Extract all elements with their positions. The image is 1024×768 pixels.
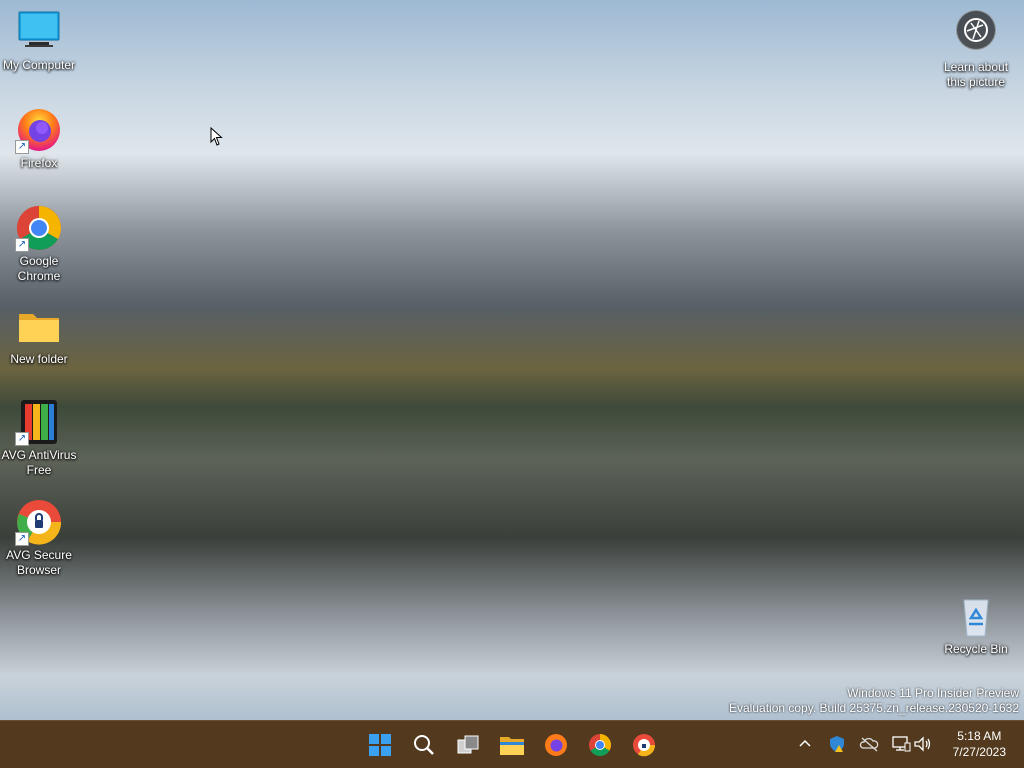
learn-about-this-picture[interactable]: Learn about this picture [934,10,1018,90]
desktop-icon-recycle-bin[interactable]: Recycle Bin [934,594,1018,657]
desktop-icon-google-chrome[interactable]: ↗ Google Chrome [0,204,78,284]
desktop-icon-label: Firefox [20,156,58,170]
avg-secure-browser-taskbar-button[interactable] [624,725,664,765]
chrome-icon: ↗ [15,204,63,252]
clock-time: 5:18 AM [957,729,1002,743]
taskbar: 5:18 AM 7/27/2023 [0,720,1024,768]
shortcut-arrow-icon: ↗ [15,432,29,446]
camera-icon [956,10,996,50]
shortcut-arrow-icon: ↗ [15,140,29,154]
volume-tray[interactable] [912,733,934,755]
firefox-taskbar-button[interactable] [536,725,576,765]
search-button[interactable] [404,725,444,765]
desktop-icon-label: AVG AntiVirus Free [1,448,77,477]
avg-secure-browser-icon [633,734,656,757]
file-explorer-icon [500,737,524,755]
desktop-icon-label: My Computer [2,58,76,72]
shortcut-arrow-icon: ↗ [15,532,29,546]
recycle-bin-icon [954,594,998,638]
chevron-up-icon [799,739,811,747]
recycle-bin-label: Recycle Bin [944,642,1008,656]
desktop-icon-avg-antivirus[interactable]: ↗ AVG AntiVirus Free [0,398,78,478]
desktop-icon-avg-secure-browser[interactable]: ↗ AVG Secure Browser [0,498,78,578]
desktop-icon-firefox[interactable]: ↗ Firefox [0,106,78,171]
start-icon [369,734,391,756]
evaluation-watermark: Windows 11 Pro Insider Preview Evaluatio… [729,686,1019,716]
watermark-line1: Windows 11 Pro Insider Preview [847,686,1019,700]
task-view-button[interactable] [448,725,488,765]
show-hidden-icons-button[interactable] [794,733,816,755]
shortcut-arrow-icon: ↗ [15,238,29,252]
desktop-icon-new-folder[interactable]: New folder [0,302,78,367]
desktop-icon-label: New folder [10,352,68,366]
firefox-icon [545,734,567,756]
mouse-cursor-icon [210,126,224,152]
learn-about-picture-label: Learn about this picture [943,60,1009,89]
start-button[interactable] [360,725,400,765]
volume-icon [914,736,931,752]
firefox-icon: ↗ [15,106,63,154]
folder-icon [15,302,63,350]
avg-secure-browser-icon: ↗ [15,498,63,546]
chrome-icon [589,734,611,756]
file-explorer-button[interactable] [492,725,532,765]
search-icon [414,735,434,755]
onedrive-tray[interactable] [858,733,880,755]
desktop-icon-label: AVG Secure Browser [6,548,72,577]
task-view-icon [457,735,479,754]
monitor-icon [15,8,63,56]
avg-antivirus-icon: ↗ [15,398,63,446]
clock-date: 7/27/2023 [952,745,1006,759]
desktop-icon-my-computer[interactable]: My Computer [0,8,78,73]
windows-security-icon [830,736,844,752]
chrome-taskbar-button[interactable] [580,725,620,765]
network-icon [892,736,911,752]
desktop: My Computer ↗ Firefox ↗ Google Chrome Ne… [0,0,1024,768]
watermark-line2: Evaluation copy. Build 25375.zn_release.… [729,701,1019,715]
onedrive-icon [859,737,879,752]
taskbar-clock[interactable]: 5:18 AM 7/27/2023 [953,728,1006,760]
network-tray[interactable] [890,733,912,755]
windows-security-tray[interactable] [826,733,848,755]
desktop-icon-label: Google Chrome [17,254,61,283]
